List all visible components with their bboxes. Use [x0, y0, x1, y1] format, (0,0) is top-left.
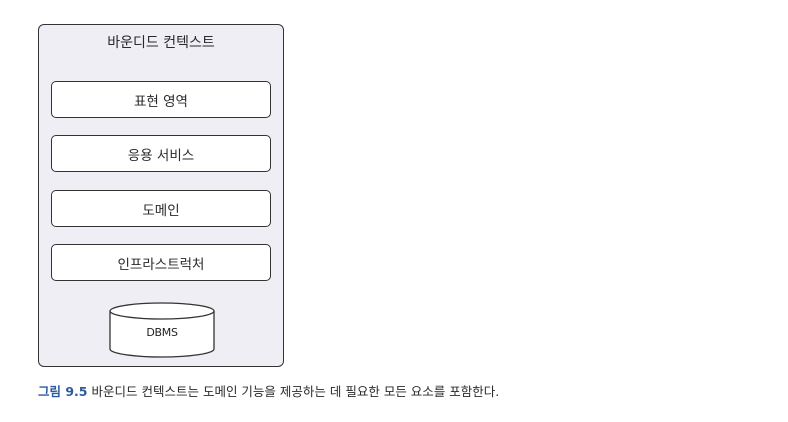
application-service-layer-box: 응용 서비스 [51, 135, 271, 172]
application-service-layer-label: 응용 서비스 [127, 147, 195, 164]
infrastructure-layer-label: 인프라스트럭처 [117, 256, 205, 273]
domain-layer-label: 도메인 [142, 202, 180, 219]
dbms-label: DBMS [146, 326, 178, 339]
bounded-context-box: 바운디드 컨텍스트 표현 영역 응용 서비스 도메인 인프라스트럭처 DBMS [38, 24, 284, 367]
caption-text: 바운디드 컨텍스트는 도메인 기능을 제공하는 데 필요한 모든 요소를 포함한… [91, 384, 500, 399]
infrastructure-layer-box: 인프라스트럭처 [51, 244, 271, 281]
presentation-layer-label: 표현 영역 [134, 93, 188, 110]
dbms-cylinder: DBMS [109, 302, 215, 358]
domain-layer-box: 도메인 [51, 190, 271, 227]
figure-caption: 그림 9.5 바운디드 컨텍스트는 도메인 기능을 제공하는 데 필요한 모든 요… [38, 381, 499, 400]
presentation-layer-box: 표현 영역 [51, 81, 271, 118]
figure-number: 그림 9.5 [38, 384, 88, 399]
bounded-context-title: 바운디드 컨텍스트 [107, 35, 215, 51]
